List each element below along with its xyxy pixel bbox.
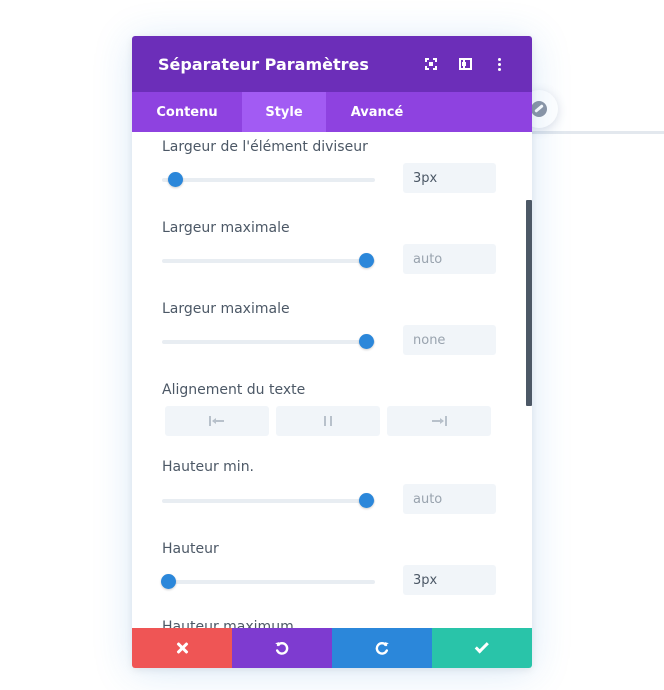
align-center-button[interactable] — [276, 406, 380, 436]
divider-width-input[interactable]: 3px — [403, 163, 496, 193]
slider-thumb[interactable] — [161, 574, 177, 589]
divider-width-slider[interactable] — [162, 172, 375, 187]
height-slider[interactable] — [161, 574, 375, 589]
background-divider-line — [530, 131, 664, 134]
tab-style[interactable]: Style — [242, 92, 326, 132]
save-button[interactable] — [432, 628, 532, 668]
modal-footer — [132, 628, 532, 668]
height-label: Hauteur — [162, 541, 219, 557]
cancel-button[interactable] — [132, 628, 232, 668]
right-align-icon — [431, 416, 447, 426]
modal-title: Séparateur Paramètres — [158, 54, 369, 74]
close-icon — [176, 642, 188, 654]
text-align-label: Alignement du texte — [162, 382, 306, 398]
settings-body: Largeur de l'élément diviseur 3px Largeu… — [132, 132, 532, 628]
max-width-label: Largeur maximale — [162, 220, 290, 236]
redo-icon — [375, 642, 389, 655]
undo-icon — [275, 642, 289, 655]
redo-button[interactable] — [332, 628, 432, 668]
max-width-label-2: Largeur maximale — [162, 301, 290, 317]
left-align-icon — [209, 416, 225, 426]
checkmark-icon — [474, 638, 489, 653]
center-align-icon — [320, 416, 336, 426]
slider-thumb[interactable] — [167, 172, 183, 187]
more-options-button[interactable] — [482, 49, 516, 79]
more-dots-icon — [497, 57, 501, 71]
slider-thumb[interactable] — [359, 334, 375, 349]
align-right-button[interactable] — [387, 406, 491, 436]
sidebar-layout-icon — [458, 58, 472, 70]
settings-modal: Séparateur Paramètres Contenu Style Avan… — [132, 36, 532, 668]
undo-button[interactable] — [232, 628, 332, 668]
max-height-label: Hauteur maximum — [162, 619, 294, 628]
expand-icon — [425, 58, 437, 70]
min-height-input[interactable]: auto — [403, 484, 496, 514]
tab-content[interactable]: Contenu — [132, 92, 242, 132]
fullscreen-button[interactable] — [414, 49, 448, 79]
height-input[interactable]: 3px — [403, 565, 496, 595]
divider-width-label: Largeur de l'élément diviseur — [162, 139, 368, 155]
min-height-slider[interactable] — [162, 493, 375, 508]
scrollbar[interactable] — [526, 200, 532, 406]
max-width-slider-2[interactable] — [162, 334, 375, 349]
settings-tabs: Contenu Style Avancé — [132, 92, 532, 132]
tab-advanced[interactable]: Avancé — [326, 92, 428, 132]
modal-header[interactable]: Séparateur Paramètres — [132, 36, 532, 92]
slider-thumb[interactable] — [359, 253, 375, 268]
max-width-input-2[interactable]: none — [403, 325, 496, 355]
max-width-slider[interactable] — [162, 253, 375, 268]
slider-thumb[interactable] — [359, 493, 375, 508]
wrench-icon — [531, 101, 547, 117]
max-width-input[interactable]: auto — [403, 244, 496, 274]
split-view-button[interactable] — [448, 49, 482, 79]
min-height-label: Hauteur min. — [162, 459, 255, 475]
align-left-button[interactable] — [165, 406, 269, 436]
